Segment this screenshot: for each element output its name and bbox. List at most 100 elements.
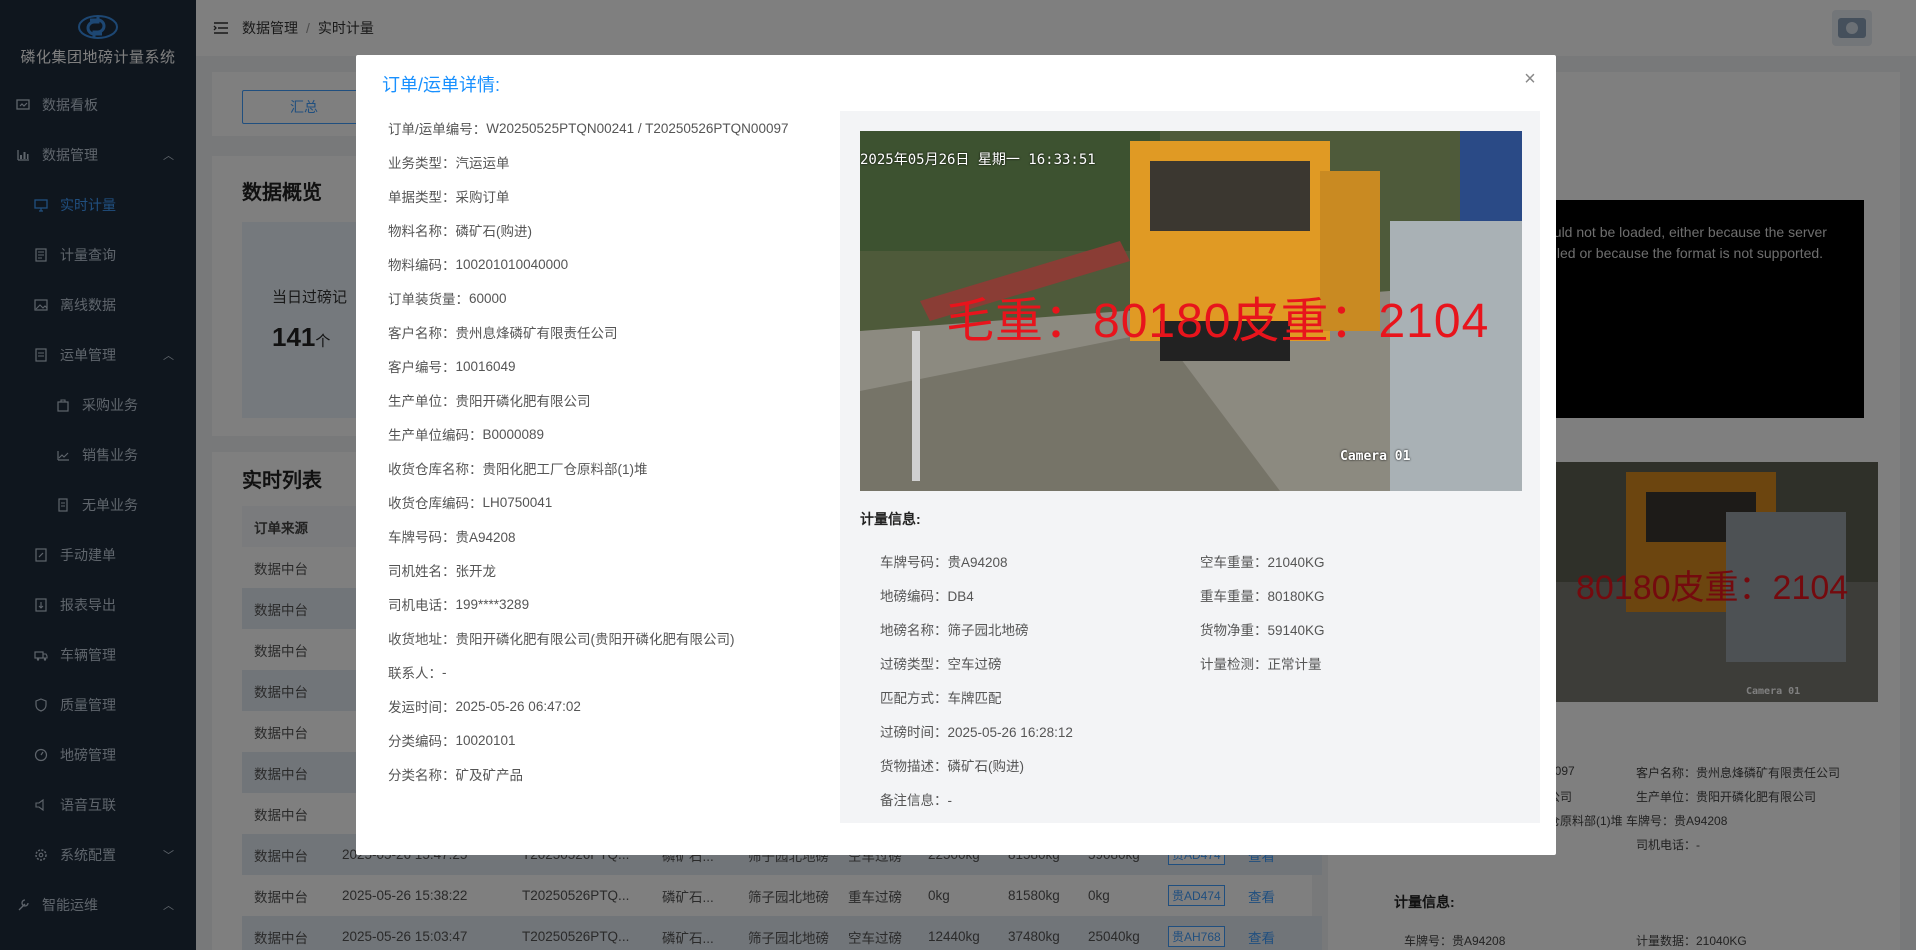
detail-row: 发运时间： 2025-05-26 06:47:02 (388, 689, 828, 723)
meter-row: 地磅编码：DB4 (880, 585, 974, 605)
meter-value: 21040KG (1267, 555, 1325, 570)
meter-value: 空车过磅 (947, 657, 1002, 672)
detail-row: 订单装货量： 60000 (388, 281, 828, 315)
detail-key: 订单/运单编号： (388, 122, 487, 137)
detail-key: 收货仓库名称： (388, 462, 483, 477)
detail-value: - (442, 664, 447, 680)
detail-value: 磷矿石(购进) (455, 224, 533, 239)
detail-row: 收货地址： 贵阳开磷化肥有限公司(贵阳开磷化肥有限公司) (388, 621, 828, 655)
detail-key: 收货地址： (388, 632, 456, 647)
meter-key: 地磅名称： (880, 623, 948, 638)
meter-row: 过磅时间：2025-05-26 16:28:12 (880, 721, 1073, 741)
detail-key: 客户名称： (388, 326, 456, 341)
detail-value: 汽运运单 (455, 156, 510, 171)
detail-value: 张开龙 (455, 564, 497, 579)
detail-value: LH0750041 (482, 494, 553, 510)
detail-key: 车牌号码： (388, 530, 456, 545)
detail-row: 物料名称： 磷矿石(购进) (388, 213, 828, 247)
detail-value: 贵阳开磷化肥有限公司 (455, 394, 591, 409)
detail-row: 车牌号码： 贵A94208 (388, 519, 828, 553)
detail-row: 收货仓库编码： LH0750041 (388, 485, 828, 519)
detail-value: 100201010040000 (455, 256, 569, 272)
detail-value: 贵州息烽磷矿有限责任公司 (455, 326, 618, 341)
detail-key: 司机姓名： (388, 564, 456, 579)
meter-key: 匹配方式： (880, 691, 948, 706)
meter-key: 货物描述： (880, 759, 948, 774)
detail-value: 贵阳开磷化肥有限公司(贵阳开磷化肥有限公司) (455, 632, 735, 647)
metering-info-title: 计量信息: (860, 511, 921, 527)
detail-value: 2025-05-26 06:47:02 (455, 698, 581, 714)
meter-value: DB4 (947, 589, 974, 604)
meter-row: 货物净重：59140KG (1200, 619, 1325, 639)
detail-key: 物料名称： (388, 224, 456, 239)
modal-title: 订单/运单详情: (382, 75, 501, 95)
detail-key: 生产单位编码： (388, 428, 483, 443)
detail-row: 生产单位编码： B0000089 (388, 417, 828, 451)
detail-row: 司机电话： 199****3289 (388, 587, 828, 621)
detail-key: 分类编码： (388, 734, 456, 749)
meter-value: 正常计量 (1267, 657, 1322, 672)
meter-key: 过磅类型： (880, 657, 948, 672)
meter-value: - (947, 793, 953, 808)
detail-value: 10016049 (455, 358, 516, 374)
close-icon: × (1524, 67, 1536, 90)
detail-value: 采购订单 (455, 190, 510, 205)
meter-key: 空车重量： (1200, 555, 1268, 570)
detail-row: 客户编号： 10016049 (388, 349, 828, 383)
meter-key: 货物净重： (1200, 623, 1268, 638)
meter-row: 计量检测：正常计量 (1200, 653, 1322, 673)
detail-key: 物料编码： (388, 258, 456, 273)
order-detail-modal: 订单/运单详情: × 订单/运单编号： W20250525PTQN00241 / … (356, 55, 1556, 855)
meter-key: 备注信息： (880, 793, 948, 808)
detail-value: 60000 (469, 290, 507, 306)
detail-key: 客户编号： (388, 360, 456, 375)
meter-key: 计量检测： (1200, 657, 1268, 672)
detail-value: W20250525PTQN00241 / T20250526PTQN00097 (486, 120, 789, 136)
metering-panel: 2025年05月26日 星期一 16:33:51 毛重：80180皮重：2104… (840, 111, 1540, 823)
detail-row: 客户名称： 贵州息烽磷矿有限责任公司 (388, 315, 828, 349)
detail-row: 分类名称： 矿及矿产品 (388, 757, 828, 791)
meter-row: 空车重量：21040KG (1200, 551, 1325, 571)
detail-value: 贵A94208 (455, 530, 516, 545)
meter-row: 地磅名称：筛子园北地磅 (880, 619, 1029, 639)
detail-value: B0000089 (482, 426, 545, 442)
meter-row: 车牌号码：贵A94208 (880, 551, 1008, 571)
meter-value: 80180KG (1267, 589, 1325, 604)
detail-value: 10020101 (455, 732, 516, 748)
meter-row: 重车重量：80180KG (1200, 585, 1325, 605)
detail-value: 贵阳化肥工厂仓原料部(1)堆 (482, 462, 648, 477)
meter-row: 过磅类型：空车过磅 (880, 653, 1002, 673)
meter-key: 地磅编码： (880, 589, 948, 604)
detail-key: 业务类型： (388, 156, 456, 171)
detail-key: 发运时间： (388, 700, 456, 715)
detail-row: 业务类型： 汽运运单 (388, 145, 828, 179)
detail-row: 物料编码： 100201010040000 (388, 247, 828, 281)
meter-value: 2025-05-26 16:28:12 (947, 725, 1073, 740)
detail-value: 199****3289 (455, 596, 530, 612)
detail-value: 矿及矿产品 (455, 768, 524, 783)
meter-key: 重车重量： (1200, 589, 1268, 604)
camera-label: Camera 01 (1340, 449, 1411, 464)
meter-value: 贵A94208 (947, 555, 1008, 570)
meter-row: 匹配方式：车牌匹配 (880, 687, 1002, 707)
detail-key: 分类名称： (388, 768, 456, 783)
detail-row: 单据类型： 采购订单 (388, 179, 828, 213)
meter-value: 59140KG (1267, 623, 1325, 638)
close-button[interactable]: × (1518, 67, 1542, 91)
detail-row: 司机姓名： 张开龙 (388, 553, 828, 587)
detail-key: 司机电话： (388, 598, 456, 613)
meter-key: 车牌号码： (880, 555, 948, 570)
detail-row: 联系人： - (388, 655, 828, 689)
camera-weight-overlay: 毛重：80180皮重：2104 (946, 295, 1490, 348)
meter-row: 货物描述：磷矿石(购进) (880, 755, 1024, 775)
meter-key: 过磅时间： (880, 725, 948, 740)
detail-row: 分类编码： 10020101 (388, 723, 828, 757)
detail-key: 单据类型： (388, 190, 456, 205)
detail-key: 生产单位： (388, 394, 456, 409)
meter-value: 车牌匹配 (947, 691, 1002, 706)
detail-key: 订单装货量： (388, 292, 469, 307)
detail-key: 收货仓库编码： (388, 496, 483, 511)
meter-row: 备注信息：- (880, 789, 952, 809)
camera-snapshot[interactable]: 2025年05月26日 星期一 16:33:51 毛重：80180皮重：2104… (860, 131, 1522, 491)
camera-timestamp: 2025年05月26日 星期一 16:33:51 (860, 152, 1096, 168)
